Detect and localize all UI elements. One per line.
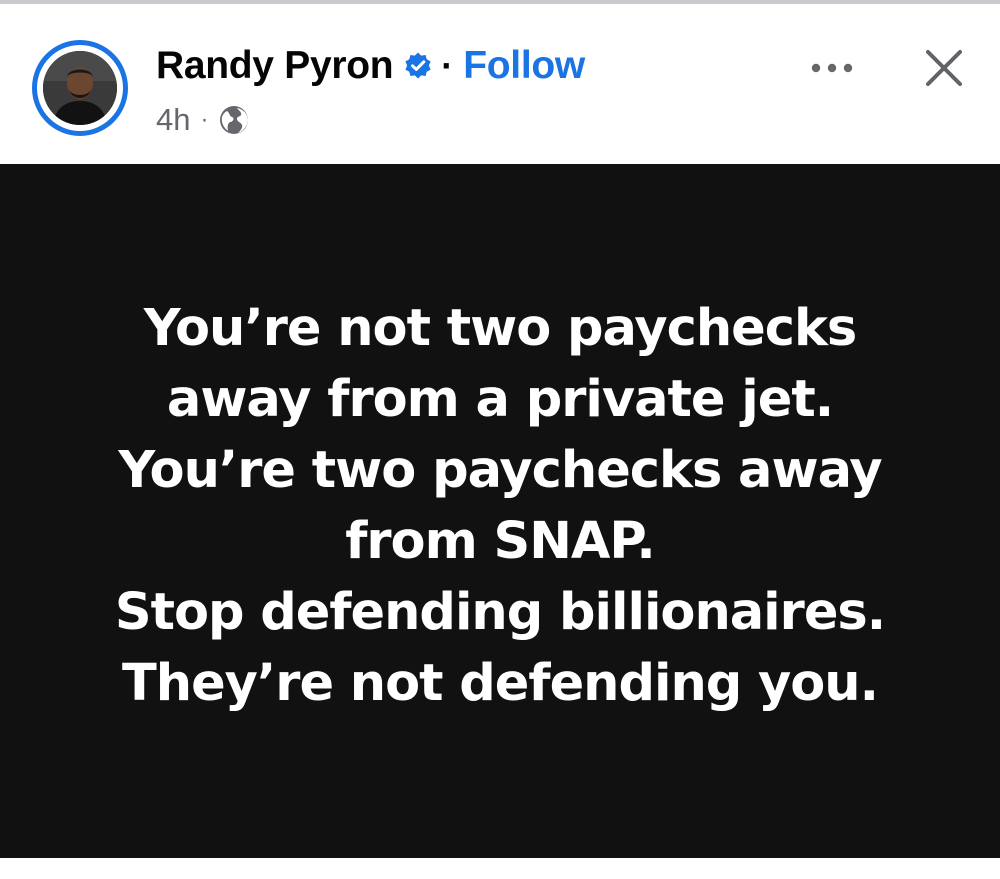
quote-line: You’re two paychecks away	[118, 441, 882, 500]
post-timestamp[interactable]: 4h	[156, 102, 190, 138]
quote-line: from SNAP.	[345, 512, 656, 571]
quote-line: Stop defending billionaires.	[114, 583, 886, 642]
quote-line: away from a private jet.	[166, 370, 834, 429]
close-icon[interactable]	[916, 40, 972, 96]
follow-button[interactable]: Follow	[463, 44, 585, 88]
verified-badge-icon	[403, 51, 433, 81]
post-meta: 4h ·	[156, 100, 250, 140]
author-name[interactable]: Randy Pyron	[156, 44, 394, 88]
quote-line: You’re not two paychecks	[143, 299, 857, 358]
post-image[interactable]: You’re not two paychecks away from a pri…	[0, 164, 1000, 858]
author-avatar[interactable]	[32, 40, 128, 136]
quote-line: They’re not defending you.	[122, 654, 879, 713]
post-header: Randy Pyron · Follow 4h ·	[0, 4, 1000, 164]
avatar-photo	[43, 51, 117, 125]
more-options-icon[interactable]	[804, 48, 860, 88]
name-separator: ·	[441, 45, 454, 86]
author-row: Randy Pyron · Follow	[156, 42, 585, 90]
bottom-strip	[0, 858, 1000, 879]
meta-separator: ·	[200, 106, 209, 133]
globe-icon[interactable]	[218, 104, 250, 136]
image-quote-text: You’re not two paychecks away from a pri…	[50, 293, 950, 719]
